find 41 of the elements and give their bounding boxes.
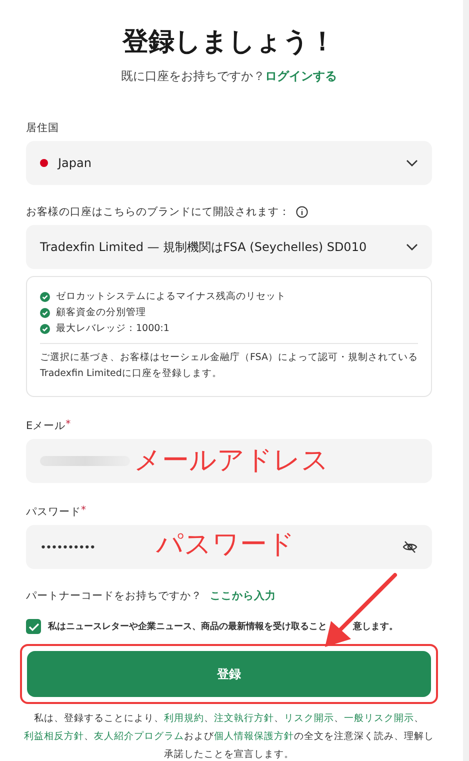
flag-icon xyxy=(40,159,48,167)
page-title: 登録しましょう！ xyxy=(121,26,336,59)
check-circle-icon xyxy=(40,292,50,302)
required-mark: * xyxy=(81,505,86,516)
check-circle-icon xyxy=(40,324,50,334)
email-field[interactable]: メールアドレス xyxy=(26,439,432,483)
legal-link[interactable]: 一般リスク開示 xyxy=(344,713,414,724)
checkbox[interactable] xyxy=(26,619,41,634)
annotation-text: メールアドレス xyxy=(134,445,329,477)
login-link[interactable]: ログインする xyxy=(265,69,337,83)
partner-prompt: パートナーコードをお持ちですか？ xyxy=(26,589,202,603)
annotation-text: パスワード xyxy=(156,529,295,561)
check-circle-icon xyxy=(40,308,50,318)
legal-link[interactable]: 注文執行方針 xyxy=(214,713,274,724)
brand-select[interactable]: Tradexfin Limited — 規制機関はFSA (Seychelles) SD010 xyxy=(26,225,432,269)
required-mark: * xyxy=(66,419,71,430)
legal-link[interactable]: 個人情報保護方針 xyxy=(214,731,294,742)
feature-text: ゼロカットシステムによるマイナス残高のリセット xyxy=(56,290,286,304)
password-field[interactable]: •••••••••• パスワード xyxy=(26,525,432,569)
checkbox-label: 私はニュースレターや企業ニュース、商品の最新情報を受け取ること xyxy=(48,620,327,633)
field-label: パスワード xyxy=(26,506,81,518)
info-icon[interactable] xyxy=(296,206,308,218)
chevron-icon xyxy=(406,159,418,167)
country-select[interactable]: Japan xyxy=(26,141,432,185)
notice-text: ご選択に基づき、お客様はセーシェル金融庁（FSA）によって認可・規制されているTradexfin Limitedに口座を登録します。 xyxy=(40,351,418,381)
field-label: お客様の口座はこちらのブランドにて開設されます： xyxy=(26,205,290,219)
chevron-icon xyxy=(406,243,418,251)
feature-text: 顧客資金の分別管理 xyxy=(56,306,146,320)
register-button[interactable]: 登録 xyxy=(27,651,431,697)
legal-text: 私は、登録することにより、利用規約、注文執行方針、リスク開示、一般リスク開示、 利益相反方針、友人紹介プログラムおよび個人情報保護方針の全文を注意深く読み、理解し承諾したことを宣言します。 xyxy=(23,712,435,761)
login-prompt: 既に口座をお持ちですか？ xyxy=(121,69,265,83)
partner-link[interactable]: ここから入力 xyxy=(210,589,276,603)
eye-slash-icon[interactable] xyxy=(402,540,418,554)
legal-link[interactable]: リスク開示 xyxy=(284,713,334,724)
legal-link[interactable]: 利益相反方針 xyxy=(24,731,84,742)
legal-link[interactable]: 友人紹介プログラム xyxy=(94,731,184,742)
feature-text: 最大レバレッジ：1000:1 xyxy=(56,322,170,336)
legal-link[interactable]: 利用規約 xyxy=(164,713,204,724)
field-label: Eメール xyxy=(26,420,66,432)
field-label: 居住国 xyxy=(26,121,60,135)
checkbox-label: 意します。 xyxy=(353,620,398,633)
